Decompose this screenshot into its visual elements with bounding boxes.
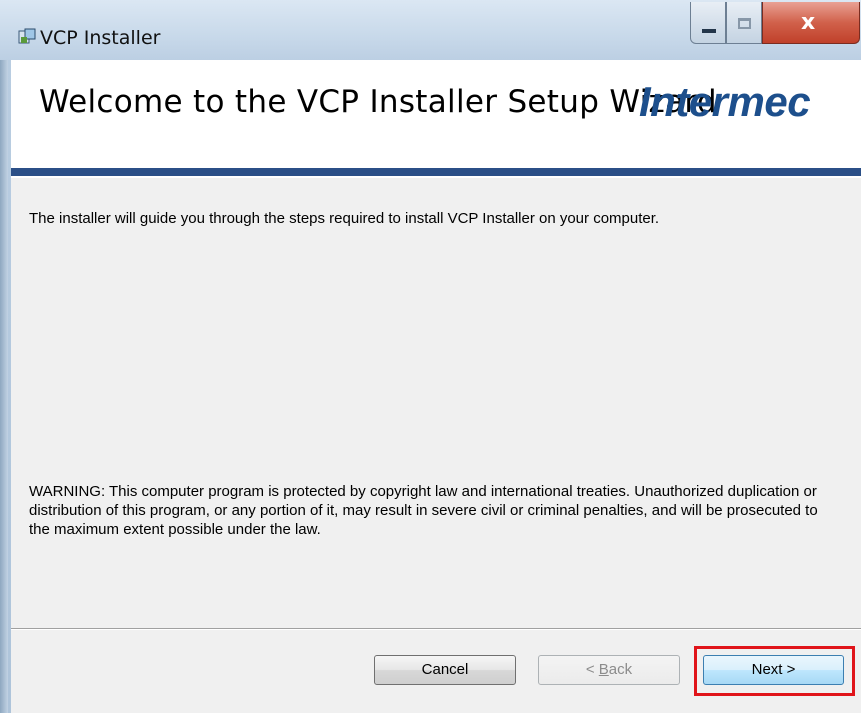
installer-window: VCP Installer x Welcome to the VCP Insta… [0, 0, 861, 713]
copyright-warning: WARNING: This computer program is protec… [29, 483, 818, 538]
wizard-client-area: Welcome to the VCP Installer Setup Wizar… [11, 60, 861, 713]
caption-buttons: x [690, 2, 860, 46]
wizard-banner: Welcome to the VCP Installer Setup Wizar… [11, 60, 861, 168]
page-title: Welcome to the VCP Installer Setup Wizar… [39, 84, 717, 120]
next-button-highlight [694, 646, 855, 696]
close-button[interactable]: x [762, 2, 860, 44]
back-button-mnemonic: B [598, 661, 609, 678]
close-icon: x [801, 10, 816, 35]
window-title: VCP Installer [40, 27, 161, 49]
title-bar[interactable]: VCP Installer x [0, 0, 861, 60]
footer-divider-highlight [11, 629, 861, 630]
minimize-button[interactable] [690, 2, 726, 44]
intro-text: The installer will guide you through the… [29, 210, 660, 227]
banner-divider [11, 168, 861, 176]
installer-app-icon [18, 28, 36, 46]
maximize-button[interactable] [726, 2, 762, 44]
minimize-icon [702, 29, 716, 33]
back-button-label-rest: ack [608, 661, 633, 678]
back-button-prefix: < [585, 661, 599, 678]
maximize-icon [738, 18, 751, 29]
window-frame-edge [0, 26, 8, 713]
back-button[interactable]: < Back [538, 655, 680, 685]
cancel-button[interactable]: Cancel [374, 655, 516, 685]
intermec-logo: Intermec [639, 78, 811, 125]
banner-divider-highlight [11, 176, 861, 178]
